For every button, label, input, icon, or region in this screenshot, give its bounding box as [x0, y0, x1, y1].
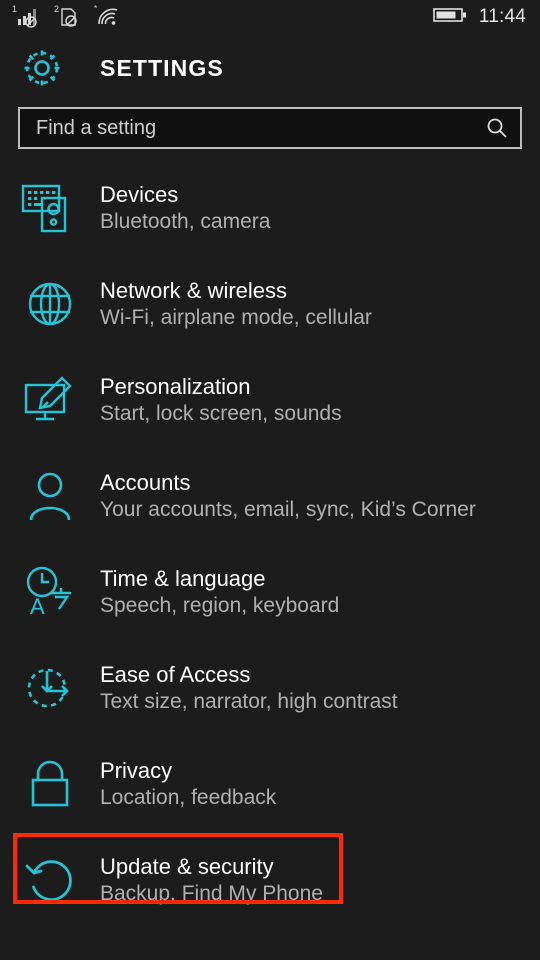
- settings-item-text: Devices Bluetooth, camera: [100, 182, 270, 235]
- status-bar-right-icons: 11:44: [433, 6, 526, 29]
- settings-item-text: Ease of Access Text size, narrator, high…: [100, 662, 398, 715]
- settings-item-network-wireless[interactable]: Network & wireless Wi-Fi, airplane mode,…: [0, 256, 540, 352]
- settings-item-subtitle: Speech, region, keyboard: [100, 593, 340, 617]
- sim-card-blocked-icon: 2: [54, 3, 82, 34]
- settings-item-subtitle: Start, lock screen, sounds: [100, 401, 342, 425]
- settings-item-accounts[interactable]: Accounts Your accounts, email, sync, Kid…: [0, 448, 540, 544]
- settings-item-subtitle: Bluetooth, camera: [100, 209, 271, 233]
- wifi-icon: *: [94, 3, 120, 34]
- svg-text:1: 1: [12, 4, 17, 14]
- settings-item-subtitle: Wi-Fi, airplane mode, cellular: [100, 305, 372, 329]
- status-bar: 1 2 * 11:44: [0, 0, 540, 34]
- cellular-signal-blocked-icon: 1: [12, 3, 42, 34]
- settings-item-text: Time & language Speech, region, keyboard: [100, 566, 339, 619]
- settings-item-text: Privacy Location, feedback: [100, 758, 276, 811]
- svg-text:*: *: [94, 4, 97, 13]
- monitor-paintbrush-icon: [14, 369, 86, 431]
- settings-item-title: Accounts: [100, 469, 191, 495]
- refresh-circle-icon: [14, 849, 86, 911]
- settings-item-ease-of-access[interactable]: Ease of Access Text size, narrator, high…: [0, 640, 540, 736]
- svg-text:2: 2: [54, 4, 59, 14]
- settings-item-personalization[interactable]: Personalization Start, lock screen, soun…: [0, 352, 540, 448]
- ease-of-access-icon: [14, 657, 86, 719]
- status-bar-left-icons: 1 2 *: [12, 3, 120, 31]
- settings-item-subtitle: Your accounts, email, sync, Kid’s Corner: [100, 497, 476, 521]
- settings-item-title: Update & security: [100, 853, 274, 879]
- page-title: SETTINGS: [100, 54, 224, 81]
- settings-item-time-language[interactable]: A Time & language Speech, region, keyboa…: [0, 544, 540, 640]
- search-icon[interactable]: [484, 115, 510, 141]
- settings-item-subtitle: Backup, Find My Phone: [100, 881, 323, 905]
- search-input[interactable]: [36, 116, 484, 140]
- svg-text:A: A: [30, 594, 45, 619]
- settings-list: Devices Bluetooth, camera Network & wire…: [0, 160, 540, 928]
- settings-item-text: Accounts Your accounts, email, sync, Kid…: [100, 470, 476, 523]
- search-box[interactable]: [18, 107, 522, 149]
- battery-icon: [433, 6, 467, 29]
- settings-item-subtitle: Location, feedback: [100, 785, 277, 809]
- settings-item-update-security[interactable]: Update & security Backup, Find My Phone: [0, 832, 540, 928]
- devices-keyboard-phone-icon: [14, 177, 86, 239]
- settings-item-title: Network & wireless: [100, 277, 288, 303]
- status-bar-clock: 11:44: [478, 6, 526, 27]
- settings-item-title: Ease of Access: [100, 661, 251, 687]
- settings-item-title: Privacy: [100, 757, 173, 783]
- page-header: SETTINGS: [0, 42, 540, 94]
- person-icon: [14, 465, 86, 527]
- settings-item-title: Time & language: [100, 565, 266, 591]
- settings-item-text: Update & security Backup, Find My Phone: [100, 854, 323, 907]
- settings-item-text: Personalization Start, lock screen, soun…: [100, 374, 342, 427]
- gear-icon: [14, 46, 70, 90]
- globe-icon: [14, 273, 86, 335]
- padlock-icon: [14, 753, 86, 815]
- settings-item-text: Network & wireless Wi-Fi, airplane mode,…: [100, 278, 372, 331]
- settings-item-subtitle: Text size, narrator, high contrast: [100, 689, 398, 713]
- clock-language-icon: A: [14, 561, 86, 623]
- settings-item-title: Devices: [100, 181, 179, 207]
- settings-item-title: Personalization: [100, 373, 251, 399]
- settings-item-devices[interactable]: Devices Bluetooth, camera: [0, 160, 540, 256]
- settings-item-privacy[interactable]: Privacy Location, feedback: [0, 736, 540, 832]
